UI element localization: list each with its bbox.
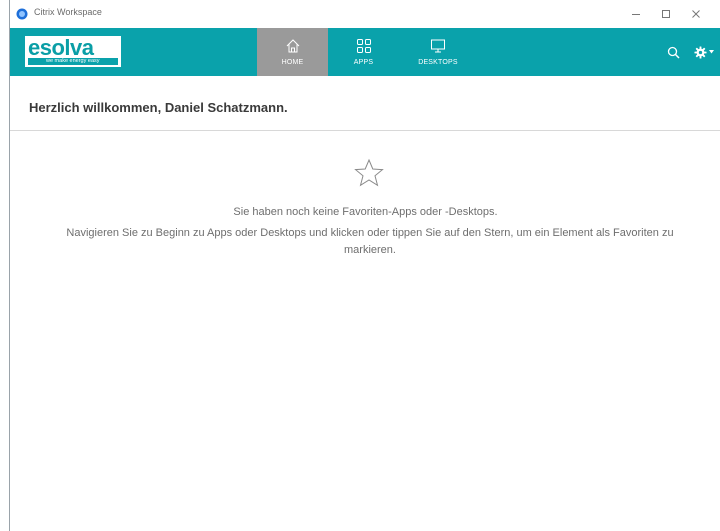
esolva-logo: esolva we make energy easy [25, 36, 121, 67]
citrix-workspace-window: Citrix Workspace esolva we make energy e… [9, 0, 720, 531]
title-bar: Citrix Workspace [10, 0, 720, 28]
tab-home[interactable]: HOME [257, 28, 328, 76]
maximize-button[interactable] [651, 0, 681, 28]
tab-desktops-label: DESKTOPS [418, 59, 458, 66]
logo-wordmark: esolva [28, 35, 94, 60]
tab-apps-label: APPS [353, 59, 374, 66]
citrix-app-icon [16, 8, 28, 20]
home-icon [286, 39, 299, 53]
apps-grid-icon [356, 39, 371, 53]
tab-apps[interactable]: APPS [328, 28, 399, 76]
logo-tagline: we make energy easy [28, 58, 118, 65]
app-header: esolva we make energy easy HOME APPS DES… [10, 28, 720, 76]
monitor-icon [431, 39, 445, 53]
empty-favorites-title: Sie haben noch keine Favoriten-Apps oder… [233, 206, 498, 218]
minimize-icon [632, 14, 640, 15]
star-outline-icon [354, 158, 384, 187]
welcome-bar: Herzlich willkommen, Daniel Schatzmann. [10, 76, 720, 131]
search-icon [667, 46, 680, 59]
close-icon [692, 10, 700, 18]
empty-favorites-description: Navigieren Sie zu Beginn zu Apps oder De… [66, 227, 674, 256]
gear-icon [694, 45, 707, 59]
settings-button[interactable] [690, 28, 718, 76]
welcome-message: Herzlich willkommen, Daniel Schatzmann. [29, 100, 288, 115]
maximize-icon [662, 10, 670, 18]
search-button[interactable] [662, 28, 684, 76]
tab-home-label: HOME [281, 59, 304, 66]
window-title: Citrix Workspace [34, 7, 102, 17]
tab-desktops[interactable]: DESKTOPS [399, 28, 477, 76]
close-button[interactable] [681, 0, 711, 28]
chevron-down-icon [709, 50, 714, 54]
minimize-button[interactable] [621, 0, 651, 28]
